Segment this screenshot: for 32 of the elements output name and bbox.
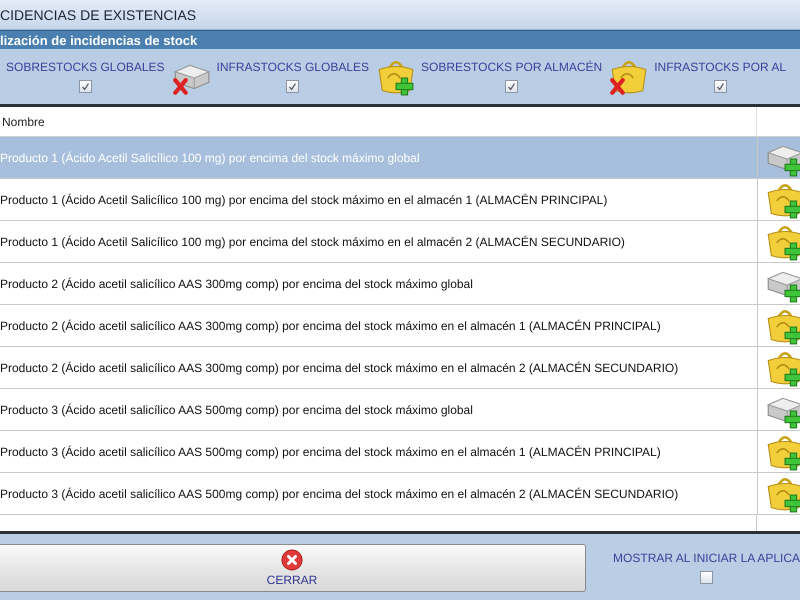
row-name: Producto 2 (Ácido acetil salicílico AAS 300mg comp) por encima del stock máximo en el almacén 2 (ALMACÉN SECUNDARIO) [0, 360, 680, 376]
row-name: Producto 1 (Ácido Acetil Salicílico 100 mg) por encima del stock máximo en el almacén 1 (ALMACÉN PRINCIPAL) [0, 192, 608, 208]
startup-checkbox[interactable] [700, 571, 714, 584]
startup-option-label: MOSTRAR AL INICIAR LA APLICA [613, 551, 800, 565]
row-name: Producto 2 (Ácido acetil salicílico AAS 300mg comp) por encima del stock máximo en el almacén 1 (ALMACÉN PRINCIPAL) [0, 318, 662, 334]
row-name: Producto 2 (Ácido acetil salicílico AAS 300mg comp) por encima del stock máximo global [0, 276, 474, 292]
filter-checkbox[interactable] [714, 80, 727, 93]
table-row[interactable]: Producto 3 (Ácido acetil salicílico AAS 500mg comp) por encima del stock máximo en el almacén 2 (ALMACÉN SECUNDARIO) [0, 473, 800, 515]
row-name: Producto 1 (Ácido Acetil Salicílico 100 mg) por encima del stock máximo en el almacén 2 (ALMACÉN SECUNDARIO) [0, 234, 626, 250]
table-row[interactable]: Producto 3 (Ácido acetil salicílico AAS 500mg comp) por encima del stock máximo en el almacén 1 (ALMACÉN PRINCIPAL) [0, 431, 800, 473]
window-title: CIDENCIAS DE EXISTENCIAS [0, 6, 196, 22]
filter-checkbox[interactable] [78, 80, 92, 93]
close-icon [281, 548, 303, 570]
section-title: lización de incidencias de stock [0, 32, 198, 48]
row-name: Producto 3 (Ácido acetil salicílico AAS 500mg comp) por encima del stock máximo global [0, 402, 474, 418]
filter-label: INFRASTOCKS GLOBALES [216, 60, 370, 74]
filter-label: SOBRESTOCKS GLOBALES [6, 60, 165, 74]
filter-label: SOBRESTOCKS POR ALMACÉN [421, 60, 602, 74]
row-name: Producto 3 (Ácido acetil salicílico AAS 500mg comp) por encima del stock máximo en el almacén 2 (ALMACÉN SECUNDARIO) [0, 486, 680, 502]
table-row[interactable]: Producto 2 (Ácido acetil salicílico AAS 300mg comp) por encima del stock máximo global [0, 263, 800, 305]
table-row[interactable]: Producto 2 (Ácido acetil salicílico AAS 300mg comp) por encima del stock máximo en el almacén 2 (ALMACÉN SECUNDARIO) [0, 347, 800, 389]
close-button[interactable]: CERRAR [0, 544, 586, 592]
filter-checkbox[interactable] [505, 80, 518, 93]
table-row[interactable]: Producto 3 (Ácido acetil salicílico AAS 500mg comp) por encima del stock máximo global [0, 389, 800, 431]
filter-checkbox[interactable] [286, 80, 300, 93]
column-header[interactable]: Nombre [0, 107, 756, 136]
row-name: Producto 1 (Ácido Acetil Salicílico 100 mg) por encima del stock máximo global [0, 150, 421, 166]
table-row[interactable]: Producto 1 (Ácido Acetil Salicílico 100 mg) por encima del stock máximo en el almacén 2 (ALMACÉN SECUNDARIO) [0, 221, 800, 263]
filter-label: INFRASTOCKS POR AL [654, 60, 786, 74]
row-name: Producto 3 (Ácido acetil salicílico AAS 500mg comp) por encima del stock máximo en el almacén 1 (ALMACÉN PRINCIPAL) [0, 444, 662, 460]
table-row[interactable]: Producto 1 (Ácido Acetil Salicílico 100 mg) por encima del stock máximo en el almacén 1 (ALMACÉN PRINCIPAL) [0, 179, 800, 221]
table-row[interactable]: Producto 2 (Ácido acetil salicílico AAS 300mg comp) por encima del stock máximo en el almacén 1 (ALMACÉN PRINCIPAL) [0, 305, 800, 347]
